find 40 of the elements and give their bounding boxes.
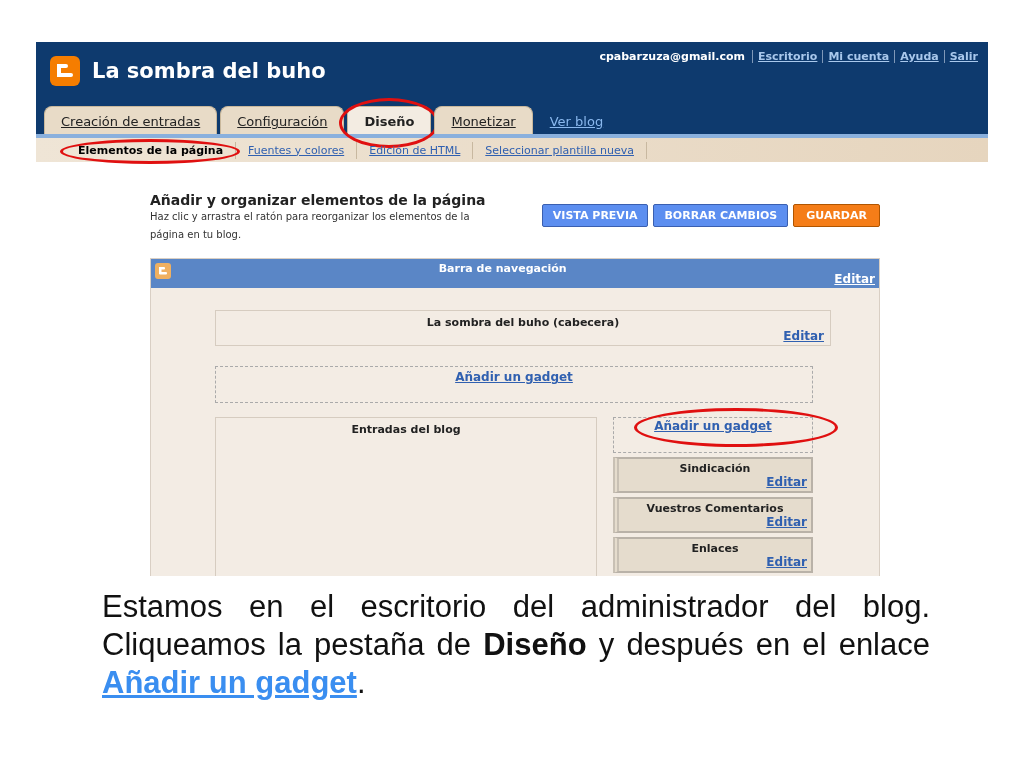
header-link[interactable]: Ayuda — [894, 50, 939, 63]
page-description: Haz clic y arrastra el ratón para reorganizar los elementos de la página en tu blog. — [150, 210, 471, 242]
edit-link[interactable]: Editar — [766, 515, 807, 529]
header-link[interactable]: Escritorio — [752, 50, 818, 63]
widget-title: La sombra del buho (cabecera) — [426, 316, 620, 329]
widget-title: Barra de navegación — [437, 262, 568, 275]
header-link[interactable]: Salir — [943, 50, 978, 63]
add-gadget-link[interactable]: Añadir un gadget — [102, 665, 357, 700]
action-button[interactable]: BORRAR CAMBIOS — [653, 204, 789, 227]
blogger-logo-icon — [50, 56, 80, 86]
blogger-logo-icon — [155, 263, 171, 279]
subtab[interactable]: Fuentes y colores — [236, 141, 358, 159]
edit-link[interactable]: Editar — [834, 272, 875, 286]
caption-text: Estamos en el escritorio del administrador del blog. Cliqueamos la pestaña de Diseño y después en el enlace Añadir un gadget. — [102, 588, 930, 702]
tab[interactable]: Creación de entradas — [44, 106, 218, 134]
widget-title: Entradas del blog — [351, 423, 461, 438]
add-gadget-link[interactable]: Añadir un gadget — [654, 419, 772, 452]
subtab[interactable]: Elementos de la página — [66, 141, 237, 159]
page-title: Añadir y organizar elementos de la página — [150, 192, 487, 208]
tab[interactable]: Diseño — [347, 106, 432, 134]
sidebar-widget[interactable]: Enlaces Editar — [613, 537, 813, 573]
subtab[interactable]: Edición de HTML — [357, 141, 474, 159]
sidebar-widget[interactable]: Vuestros Comentarios Editar — [613, 497, 813, 533]
blog-title: La sombra del buho — [92, 59, 326, 83]
widget-title: Enlaces — [691, 542, 739, 555]
view-blog-link[interactable]: Ver blog — [535, 114, 604, 134]
tab[interactable]: Configuración — [220, 106, 345, 134]
action-button[interactable]: GUARDAR — [793, 204, 880, 227]
edit-link[interactable]: Editar — [783, 329, 824, 343]
widget-title: Sindicación — [679, 462, 751, 475]
edit-link[interactable]: Editar — [766, 475, 807, 489]
subtab[interactable]: Seleccionar plantilla nueva — [473, 141, 647, 159]
add-gadget-link[interactable]: Añadir un gadget — [455, 370, 573, 384]
sidebar-widget[interactable]: Sindicación Editar — [613, 457, 813, 493]
edit-link[interactable]: Editar — [766, 555, 807, 569]
widget-title: Vuestros Comentarios — [646, 502, 784, 515]
tab[interactable]: Monetizar — [434, 106, 533, 134]
user-email: cpabarzuza@gmail.com — [599, 50, 746, 63]
action-button[interactable]: VISTA PREVIA — [541, 204, 649, 227]
header-link[interactable]: Mi cuenta — [822, 50, 890, 63]
